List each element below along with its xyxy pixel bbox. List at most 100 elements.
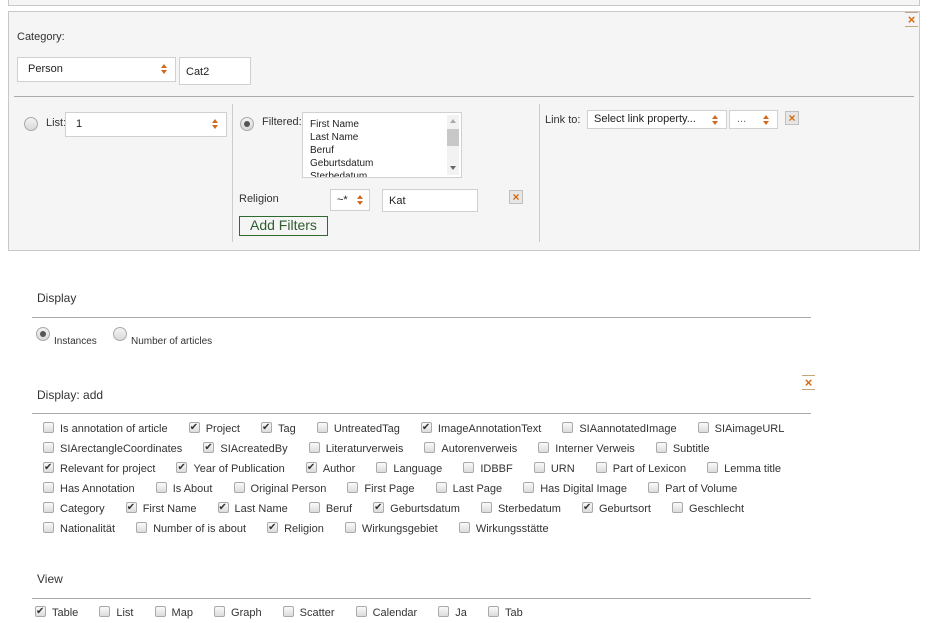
checkbox-unchecked[interactable] [376,462,388,473]
add-filters-button[interactable]: Add Filters [239,216,328,236]
checkbox-unchecked[interactable] [438,606,450,617]
checkbox-item[interactable]: Map [147,606,193,619]
checkbox-unchecked[interactable] [214,606,226,617]
checkbox-unchecked[interactable] [697,422,709,433]
checkbox-item[interactable]: SIAannotatedImage [554,422,677,435]
checkbox-unchecked[interactable] [672,502,684,513]
checkbox-unchecked[interactable] [136,522,148,533]
listbox-option[interactable]: First Name [303,118,461,131]
checkbox-item[interactable]: UntreatedTag [309,422,400,435]
checkbox-item[interactable]: Interner Verweis [530,442,635,455]
filter-properties-listbox[interactable]: First Name Last Name Beruf Geburtsdatum … [302,112,462,178]
checkbox-item[interactable]: First Page [339,482,415,495]
checkbox-item[interactable]: Year of Publication [168,458,285,478]
checkbox-unchecked[interactable] [347,482,359,493]
checkbox-unchecked[interactable] [480,502,492,513]
checkbox-checked[interactable] [373,498,385,518]
display-instances-radio[interactable] [36,327,50,341]
checkbox-unchecked[interactable] [43,522,54,533]
checkbox-unchecked[interactable] [538,442,550,453]
checkbox-unchecked[interactable] [43,502,54,513]
checkbox-checked[interactable] [261,418,272,438]
checkbox-checked[interactable] [267,518,279,538]
checkbox-item[interactable]: Calendar [348,606,417,619]
checkbox-item[interactable]: Language [368,462,442,475]
checkbox-item[interactable]: URN [526,462,575,475]
checkbox-unchecked[interactable] [43,422,54,433]
checkbox-unchecked[interactable] [154,606,166,617]
checkbox-item[interactable]: Category [35,502,105,515]
remove-filter-close-icon[interactable]: × [509,190,523,204]
scroll-down-icon[interactable] [450,166,456,170]
checkbox-unchecked[interactable] [533,462,545,473]
checkbox-item[interactable]: Author [298,458,355,478]
checkbox-item[interactable]: Autorenverweis [416,442,517,455]
category-name-input[interactable]: Cat2 [179,57,251,85]
listbox-option[interactable]: Geburtsdatum [303,157,461,170]
checkbox-unchecked[interactable] [523,482,535,493]
filter-operator-select[interactable]: ~* [330,189,370,211]
checkbox-checked[interactable] [176,458,188,478]
checkbox-unchecked[interactable] [282,606,294,617]
checkbox-unchecked[interactable] [308,502,320,513]
checkbox-unchecked[interactable] [562,422,574,433]
checkbox-unchecked[interactable] [424,442,436,453]
checkbox-item[interactable]: Number of is about [128,522,246,535]
checkbox-item[interactable]: Scatter [275,606,335,619]
checkbox-checked[interactable] [43,458,54,478]
checkbox-item[interactable]: Ja [430,606,467,619]
checkbox-item[interactable]: Relevant for project [35,458,155,478]
checkbox-unchecked[interactable] [463,462,475,473]
checkbox-checked[interactable] [581,498,593,518]
checkbox-item[interactable]: IDBBF [455,462,513,475]
checkbox-item[interactable]: List [91,606,133,619]
checkbox-unchecked[interactable] [99,606,111,617]
checkbox-unchecked[interactable] [344,522,356,533]
checkbox-item[interactable]: Wirkungsgebiet [337,522,438,535]
checkbox-unchecked[interactable] [655,442,667,453]
checkbox-unchecked[interactable] [43,442,54,453]
checkbox-item[interactable]: Tab [480,606,523,619]
checkbox-unchecked[interactable] [316,422,328,433]
checkbox-item[interactable]: Last Page [428,482,502,495]
checkbox-unchecked[interactable] [435,482,447,493]
checkbox-unchecked[interactable] [487,606,499,617]
checkbox-item[interactable]: Is annotation of article [35,422,168,435]
checkbox-item[interactable]: Last Name [210,498,288,518]
checkbox-item[interactable]: Religion [259,518,324,538]
checkbox-checked[interactable] [35,602,46,622]
checkbox-item[interactable]: Subtitle [648,442,710,455]
remove-link-close-icon[interactable]: × [785,111,799,125]
category-select[interactable]: Person [17,57,176,82]
checkbox-item[interactable]: Graph [206,606,262,619]
scrollbar-thumb[interactable] [447,129,459,146]
listbox-option[interactable]: Last Name [303,131,461,144]
link-target-select[interactable]: ... [729,110,778,129]
checkbox-checked[interactable] [188,418,200,438]
checkbox-unchecked[interactable] [595,462,607,473]
checkbox-checked[interactable] [217,498,229,518]
checkbox-unchecked[interactable] [458,522,470,533]
display-number-of-articles-radio[interactable] [113,327,127,341]
checkbox-unchecked[interactable] [155,482,167,493]
list-radio[interactable] [24,117,38,131]
filtered-radio[interactable] [240,117,254,131]
remove-display-add-close-icon[interactable]: × [802,375,815,390]
checkbox-item[interactable]: ImageAnnotationText [413,418,541,438]
checkbox-unchecked[interactable] [355,606,367,617]
checkbox-item[interactable]: Table [27,602,78,622]
checkbox-unchecked[interactable] [648,482,660,493]
checkbox-item[interactable]: Project [181,418,240,438]
list-select[interactable]: 1 [65,112,227,137]
filter-value-input[interactable]: Kat [382,189,478,212]
checkbox-item[interactable]: Lemma title [699,462,781,475]
checkbox-checked[interactable] [125,498,137,518]
checkbox-item[interactable]: First Name [118,498,196,518]
checkbox-checked[interactable] [305,458,317,478]
checkbox-unchecked[interactable] [707,462,719,473]
checkbox-item[interactable]: Tag [253,418,296,438]
checkbox-item[interactable]: SIArectangleCoordinates [35,442,182,455]
checkbox-item[interactable]: Geburtsdatum [365,498,460,518]
scroll-up-icon[interactable] [450,119,456,123]
checkbox-unchecked[interactable] [43,482,54,493]
